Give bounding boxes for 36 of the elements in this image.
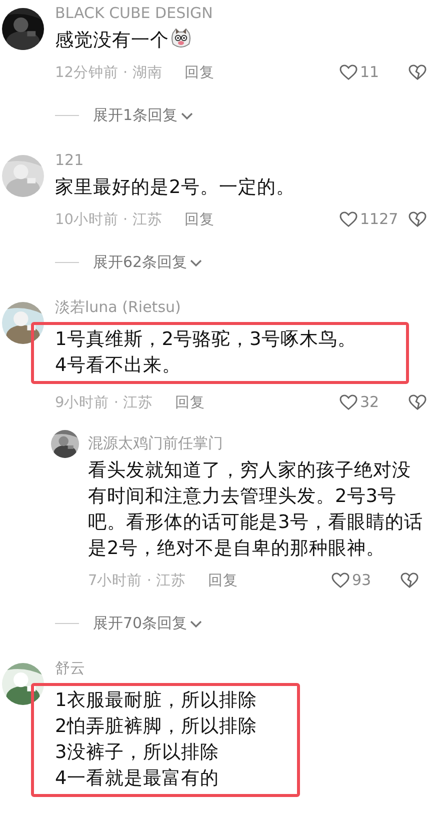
reply-link[interactable]: 回复 [175,392,206,412]
user-name[interactable]: BLACK CUBE DESIGN [55,2,213,24]
like-count: 1127 [360,210,400,228]
expand-replies-link[interactable]: 展开70条回复 [93,614,202,633]
like-count: 93 [352,571,372,589]
reply-link[interactable]: 回复 [184,62,214,82]
highlighted-comment-text: 1衣服最耐脏，所以排除 2怕弄脏裤脚，所以排除 3没裤子，所以排除 4一看就是最富有的 [31,683,300,797]
broken-heart-icon[interactable] [408,64,427,80]
broken-heart-icon[interactable] [408,210,427,228]
chevron-down-icon[interactable] [190,620,202,628]
comment-text: 感觉没有一个 [55,28,433,54]
heart-icon[interactable] [339,64,358,80]
user-name[interactable]: 舒云 [55,657,85,679]
expand-replies-link[interactable]: 展开1条回复 [93,106,193,125]
comment-text: 家里最好的是2号。一定的。 [55,176,296,200]
comment-time: 7小时前 · 江苏 [88,572,186,590]
reply-link[interactable]: 回复 [184,210,214,228]
comment-text: 看头发就知道了，穷人家的孩子绝对没有时间和注意力去管理头发。2号3号吧。看形体的话可能是3号，看眼睛的话是2号，绝对不是自卑的那种眼神。 [88,459,424,561]
comment-time: 10小时前 · 江苏 [55,210,162,228]
comment-time: 9小时前 · 江苏 [55,394,154,412]
heart-icon[interactable] [339,394,358,410]
expand-replies-link[interactable]: 展开62条回复 [93,253,202,272]
broken-heart-icon[interactable] [408,394,427,410]
like-count: 11 [360,63,380,81]
broken-heart-icon[interactable] [400,572,419,588]
user-name[interactable]: 121 [55,149,84,171]
chevron-down-icon[interactable] [180,112,193,120]
reply-link[interactable]: 回复 [208,570,238,590]
comment-time: 12分钟前 · 湖南 [55,64,162,82]
user-name[interactable]: 混源太鸡门前任掌门 [88,432,223,454]
like-count: 32 [360,393,380,411]
user-name[interactable]: 淡若luna (Rietsu) [55,296,181,318]
heart-icon[interactable] [331,572,350,588]
highlighted-comment-text: 1号真维斯，2号骆驼，3号啄木鸟。4号看不出来。 [31,322,409,384]
heart-icon[interactable] [339,210,358,228]
chevron-down-icon[interactable] [190,258,202,266]
